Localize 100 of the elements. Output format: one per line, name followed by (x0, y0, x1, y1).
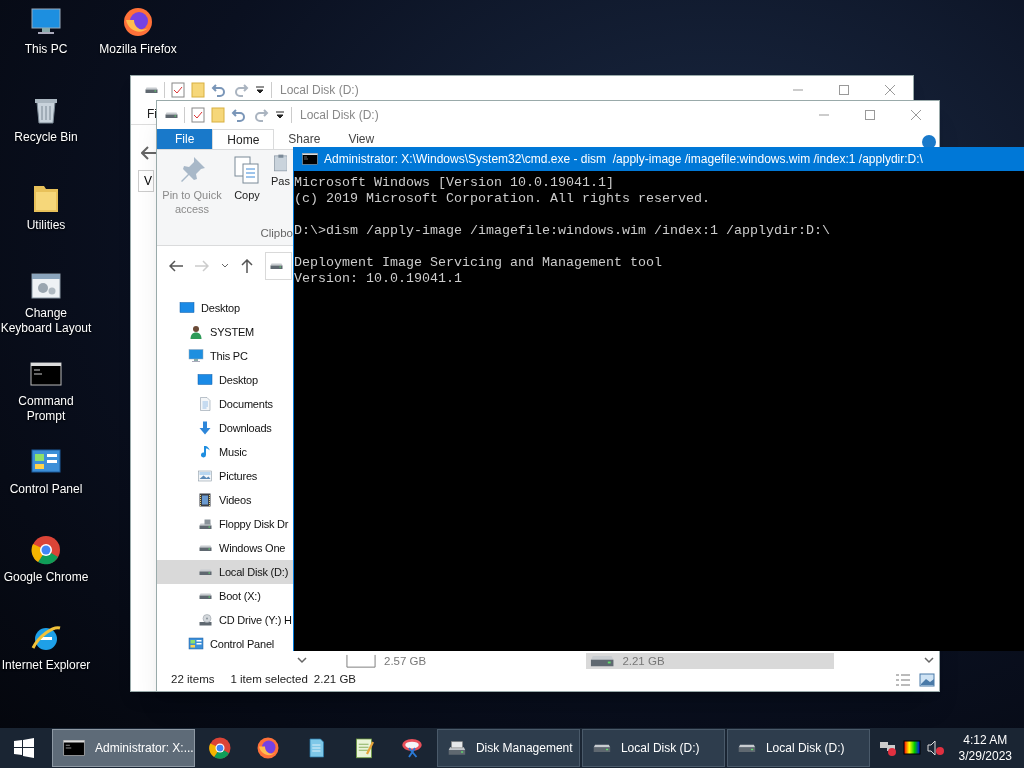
console-line: Microsoft Windows [Version 10.0.19041.1] (294, 175, 615, 191)
folder-tree-item[interactable]: Local Disk (D:) (157, 560, 294, 584)
address-bar[interactable] (265, 252, 292, 280)
item-icon (346, 653, 376, 669)
folder-tree-item[interactable]: SYSTEM (157, 320, 294, 344)
folder-tree-item[interactable]: Videos (157, 488, 294, 512)
drive-icon (198, 518, 212, 530)
folder-tree-item[interactable]: Music (157, 440, 294, 464)
clock[interactable]: 4:12 AM 3/29/2023 (950, 732, 1020, 764)
folder-tree-item[interactable]: Control Panel (157, 632, 294, 656)
browser-icon (256, 736, 280, 760)
ribbon-tab[interactable]: View (334, 129, 389, 149)
folder-tree-item[interactable]: CD Drive (Y:) H (157, 608, 294, 632)
column-header[interactable]: V (138, 170, 154, 192)
folder-tree-item[interactable]: Desktop (157, 296, 294, 320)
item-count: 22 items (171, 672, 215, 688)
selection-count: 1 item selected (230, 672, 308, 688)
settings-window-icon (30, 270, 62, 302)
window-title: Local Disk (D:) (300, 107, 379, 124)
dropdown-icon[interactable] (255, 85, 265, 95)
network-error-icon[interactable] (878, 740, 897, 756)
scroll-down-icon[interactable] (297, 656, 307, 664)
browser-icon (208, 736, 232, 760)
ribbon-group-label: Clipbo (260, 225, 293, 241)
windows-logo-icon (14, 738, 34, 758)
volume-muted-icon[interactable] (926, 740, 945, 756)
dropdown-icon[interactable] (275, 110, 285, 120)
browser-icon (30, 534, 62, 566)
color-icon[interactable] (902, 740, 921, 756)
folder-tree-item[interactable]: Boot (X:) (157, 584, 294, 608)
terminal-icon (302, 151, 318, 167)
folder-tree-item[interactable]: Desktop (157, 368, 294, 392)
undo-icon[interactable] (231, 107, 247, 123)
maximize-icon (865, 110, 875, 120)
console-line: (c) 2019 Microsoft Corporation. All rights reserved. (294, 191, 711, 207)
folder-tree-item[interactable]: Pictures (157, 464, 294, 488)
desktop-shortcut[interactable]: Mozilla Firefox (99, 6, 177, 57)
console-line: D:\>dism /apply-image /imagefile:windows.wim /index:1 /applydir:D:\ (294, 223, 831, 239)
close-icon (911, 110, 921, 120)
drive-icon (198, 544, 212, 552)
window-title: Local Disk (D:) (280, 82, 359, 99)
drive-icon (198, 568, 212, 576)
desktop-shortcut[interactable]: Utilities (26, 182, 66, 233)
screen-icon (197, 372, 213, 388)
file-item[interactable]: 2.57 GB (342, 653, 586, 669)
user-icon (188, 324, 204, 340)
folder-tree-item[interactable]: This PC (157, 344, 294, 368)
desktop-shortcut[interactable]: Internet Explorer (1, 622, 91, 673)
picture-icon (197, 468, 213, 484)
console-line: Deployment Image Servicing and Management tool (294, 255, 663, 271)
screen-icon (179, 300, 195, 316)
chevron-down-icon[interactable] (221, 263, 229, 269)
folder-tree-item[interactable]: Floppy Disk Dr (157, 512, 294, 536)
window-title: Administrator: X:\Windows\System32\cmd.exe - dism /apply-image /imagefile:windows.wim /index:1 /applydir:D:\ (324, 151, 923, 168)
folder-tree-item[interactable]: Downloads (157, 416, 294, 440)
ribbon-button[interactable]: Copy (231, 154, 263, 202)
ribbon-tab[interactable]: Fi (147, 105, 157, 123)
desktop-shortcut[interactable]: Control Panel (9, 446, 83, 497)
properties-icon[interactable] (191, 107, 205, 123)
control-panel-icon (188, 636, 204, 652)
drive-icon (270, 262, 283, 270)
back-icon[interactable] (141, 146, 157, 160)
drive-icon (145, 86, 158, 94)
drive-icon (738, 743, 756, 753)
drive-icon (590, 654, 615, 668)
desktop-shortcut[interactable]: Google Chrome (3, 534, 89, 585)
clipboard-icon (273, 154, 288, 172)
selection-size: 2.21 GB (313, 672, 357, 688)
maximize-icon (839, 85, 849, 95)
taskbar-button[interactable]: Administrator: X:... (52, 729, 195, 767)
undo-icon[interactable] (211, 82, 227, 98)
console-line: Version: 10.0.19041.1 (294, 271, 463, 287)
close-icon (885, 85, 895, 95)
drive-icon (593, 743, 611, 753)
ribbon-tab[interactable]: Home (212, 129, 275, 149)
terminal-icon (63, 737, 85, 759)
scroll-down-icon[interactable] (924, 656, 934, 664)
down-arrow-icon (197, 420, 213, 436)
properties-icon[interactable] (171, 82, 185, 98)
folder-tree-item[interactable]: Documents (157, 392, 294, 416)
help-icon[interactable] (922, 135, 936, 149)
document-icon (197, 396, 213, 412)
ribbon-tab[interactable]: File (157, 129, 213, 149)
taskbar-button[interactable]: Disk Management (437, 729, 580, 767)
desktop-shortcut[interactable]: Change Keyboard Layout (0, 270, 92, 336)
folder-tree-item[interactable]: Windows One (157, 536, 294, 560)
film-icon (197, 492, 213, 508)
up-icon[interactable] (241, 259, 253, 273)
ribbon-button[interactable]: Pas (271, 154, 290, 188)
drive-icon (165, 111, 178, 119)
taskbar-button[interactable]: Local Disk (D:) (582, 729, 725, 767)
ribbon-tab[interactable]: Share (274, 129, 335, 149)
taskbar-button[interactable]: Local Disk (D:) (727, 729, 870, 767)
monitor-icon (188, 348, 204, 364)
drive-icon (448, 740, 466, 756)
large-icons-view-icon[interactable] (919, 673, 935, 687)
desktop-shortcut[interactable]: Recycle Bin (14, 94, 78, 145)
back-icon[interactable] (169, 260, 183, 272)
desktop-shortcut[interactable]: Command Prompt (0, 358, 92, 424)
desktop-shortcut[interactable]: This PC (24, 6, 68, 57)
